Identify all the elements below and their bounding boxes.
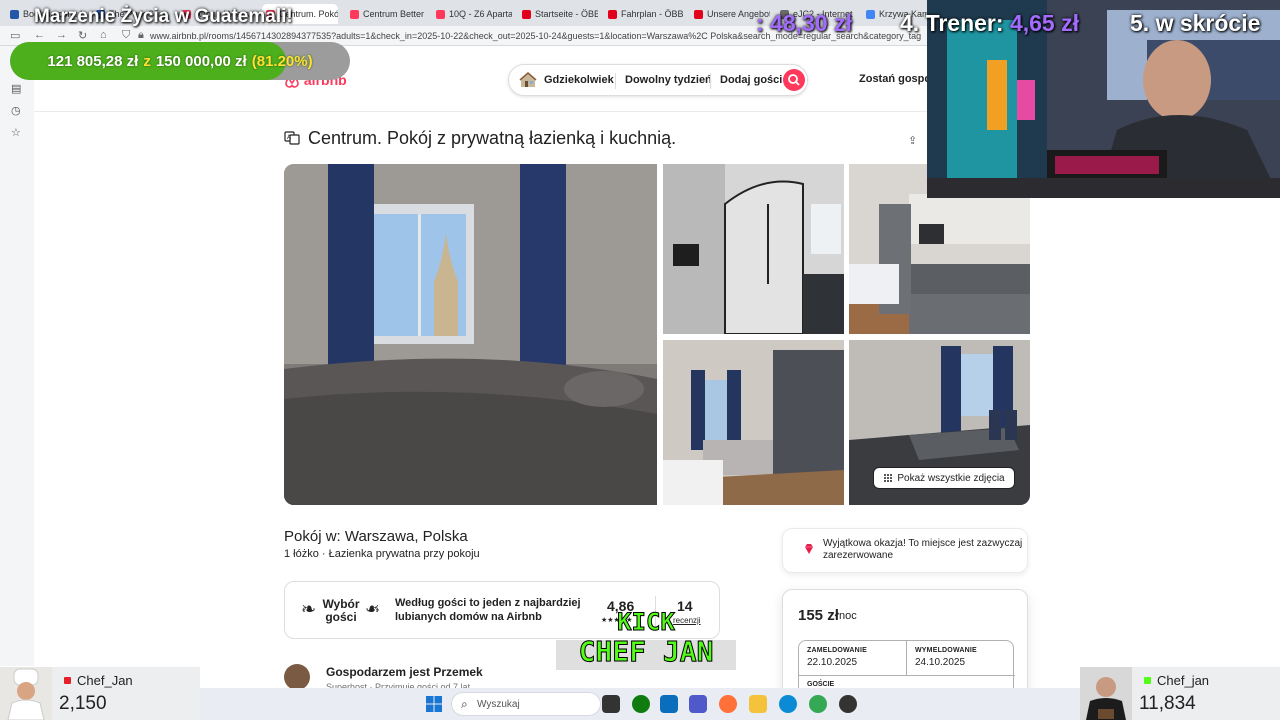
- rare-find-card: Wyjątkowa okazja! To miejsce jest zazwyc…: [782, 528, 1028, 573]
- firefox-icon[interactable]: [719, 695, 737, 713]
- browser-sidebar: ▤ ◷ ☆: [0, 46, 34, 666]
- room-type-heading: Pokój w: Warszawa, Polska: [284, 528, 468, 545]
- follower-panel-right: Chef_jan 11,834: [1080, 667, 1280, 720]
- follower-name: Chef_Jan: [77, 673, 133, 688]
- donation-ticker-5: 5. w skrócie: [1130, 10, 1261, 36]
- airbnb-favicon-icon: [350, 9, 359, 19]
- laurel-left-icon: ❧: [301, 599, 317, 619]
- bathroom-photo: [663, 164, 844, 334]
- host-avatar: [284, 664, 310, 690]
- price-unit: noc: [839, 610, 857, 622]
- search-who[interactable]: Dodaj gości: [720, 74, 782, 86]
- become-host-link[interactable]: Zostań gospod: [859, 73, 938, 85]
- tab-obb-fahrplan[interactable]: Fahrplan - ÖBB: [604, 4, 684, 24]
- obs-icon[interactable]: [839, 695, 857, 713]
- search-icon: [788, 74, 800, 86]
- back-icon[interactable]: ←: [34, 29, 45, 41]
- teams-icon[interactable]: [689, 695, 707, 713]
- obb-favicon-icon: [522, 9, 531, 19]
- follower-panel-left: Chef_Jan 2,150: [0, 667, 200, 720]
- tab-centrum-better[interactable]: Centrum Better: [346, 4, 426, 24]
- diamond-icon: [805, 544, 813, 554]
- shield-icon: ⛉: [122, 29, 131, 41]
- donation-goal-bar: 121 805,28 zł z 150 000,00 zł (81.20%): [10, 42, 350, 80]
- listing-photo-bathroom[interactable]: [663, 164, 844, 334]
- taskbar-search-box[interactable]: ⌕ Wyszukaj: [451, 692, 601, 716]
- reload-icon[interactable]: ↻: [78, 29, 87, 42]
- listing-title: Centrum. Pokój z prywatną łazienką i kuc…: [308, 128, 677, 148]
- house-icon: [519, 72, 537, 87]
- follower-name: Chef_jan: [1157, 673, 1210, 688]
- tab-obb-startseite[interactable]: Startseite - ÖBB: [518, 4, 598, 24]
- platform-dot-icon: [1144, 677, 1151, 684]
- booking-card: 155 zł noc ZAMELDOWANIE 22.10.2025 WYMEL…: [782, 589, 1028, 699]
- edge-icon[interactable]: [779, 695, 797, 713]
- guests-field-label[interactable]: GOŚCIE: [807, 681, 834, 688]
- chef-avatar: [1080, 667, 1132, 720]
- kick-wordmark: KICK: [617, 608, 675, 636]
- google-favicon-icon: [866, 9, 875, 19]
- forward-icon[interactable]: →: [56, 29, 67, 41]
- follower-count: 2,150: [59, 693, 107, 714]
- donation-ticker-3: : 48,30 zł: [756, 10, 852, 36]
- lock-icon: 🔒︎: [138, 29, 144, 41]
- donation-goal-text: 121 805,28 zł z 150 000,00 zł (81.20%): [47, 52, 313, 70]
- checkout-field[interactable]: WYMELDOWANIE 24.10.2025: [915, 647, 1022, 668]
- dates-divider: [799, 675, 1015, 676]
- windows-start-icon[interactable]: [426, 696, 442, 712]
- airbnb-favicon-icon: [436, 9, 445, 19]
- listing-photo-main[interactable]: [284, 164, 657, 505]
- nightly-price: 155 zł: [798, 607, 839, 624]
- host-name: Gospodarzem jest Przemek: [326, 665, 483, 679]
- reading-list-icon[interactable]: ▤: [11, 82, 21, 95]
- checkin-field[interactable]: ZAMELDOWANIE 22.10.2025: [807, 647, 914, 668]
- search-bar[interactable]: Gdziekolwiek Dowolny tydzień Dodaj gości: [508, 64, 808, 96]
- xbox-icon[interactable]: [632, 695, 650, 713]
- kick-channel-watermark: KICK CHEF JAN: [556, 608, 736, 670]
- app-heart-icon[interactable]: [660, 695, 678, 713]
- search-divider: [710, 73, 711, 89]
- file-explorer-icon[interactable]: [749, 695, 767, 713]
- share-icon[interactable]: ⇪: [908, 134, 917, 147]
- guest-favorite-badge: ❧ Wybór gości ❧: [301, 597, 381, 624]
- room-details: 1 łóżko · Łazienka prywatna przy pokoju: [284, 548, 480, 560]
- bedroom-window-photo: [284, 164, 657, 505]
- chef-avatar: [0, 667, 52, 720]
- grid-icon: [884, 474, 893, 482]
- home-icon[interactable]: ⌂: [100, 29, 107, 41]
- bookmarks-icon[interactable]: ☆: [11, 126, 21, 139]
- search-when[interactable]: Dowolny tydzień: [625, 74, 712, 86]
- search-button[interactable]: [783, 69, 805, 91]
- windows-taskbar: ⌕ Wyszukaj: [200, 688, 1080, 720]
- laurel-right-icon: ❧: [365, 599, 381, 619]
- platform-dot-icon: [64, 677, 71, 684]
- search-where[interactable]: Gdziekolwiek: [544, 74, 614, 86]
- channel-name-wordmark: CHEF JAN: [579, 635, 714, 668]
- history-icon[interactable]: ◷: [11, 104, 21, 117]
- sidebar-toggle-icon[interactable]: ▭: [10, 29, 20, 42]
- tab-10q-apartments[interactable]: 10Q - Z6 Aparta: [432, 4, 512, 24]
- donation-ticker-4: 4. Trener: 4,65 zł: [900, 10, 1079, 36]
- room-photo: [663, 340, 844, 505]
- obb-favicon-icon: [694, 9, 703, 19]
- chrome-icon[interactable]: [809, 695, 827, 713]
- booking-favicon-icon: [10, 9, 19, 19]
- goal-title: Marzenie Życia w Guatemali!: [34, 6, 293, 27]
- dates-divider: [906, 641, 907, 675]
- show-all-photos-button[interactable]: Pokaż wszystkie zdjęcia: [873, 467, 1015, 489]
- task-view-icon[interactable]: [602, 695, 620, 713]
- listing-photo-room-view[interactable]: [663, 340, 844, 505]
- translate-icon[interactable]: A: [284, 131, 300, 145]
- obb-favicon-icon: [608, 9, 617, 19]
- search-icon: ⌕: [461, 697, 468, 711]
- follower-count: 11,834: [1139, 693, 1196, 714]
- search-divider: [615, 73, 616, 89]
